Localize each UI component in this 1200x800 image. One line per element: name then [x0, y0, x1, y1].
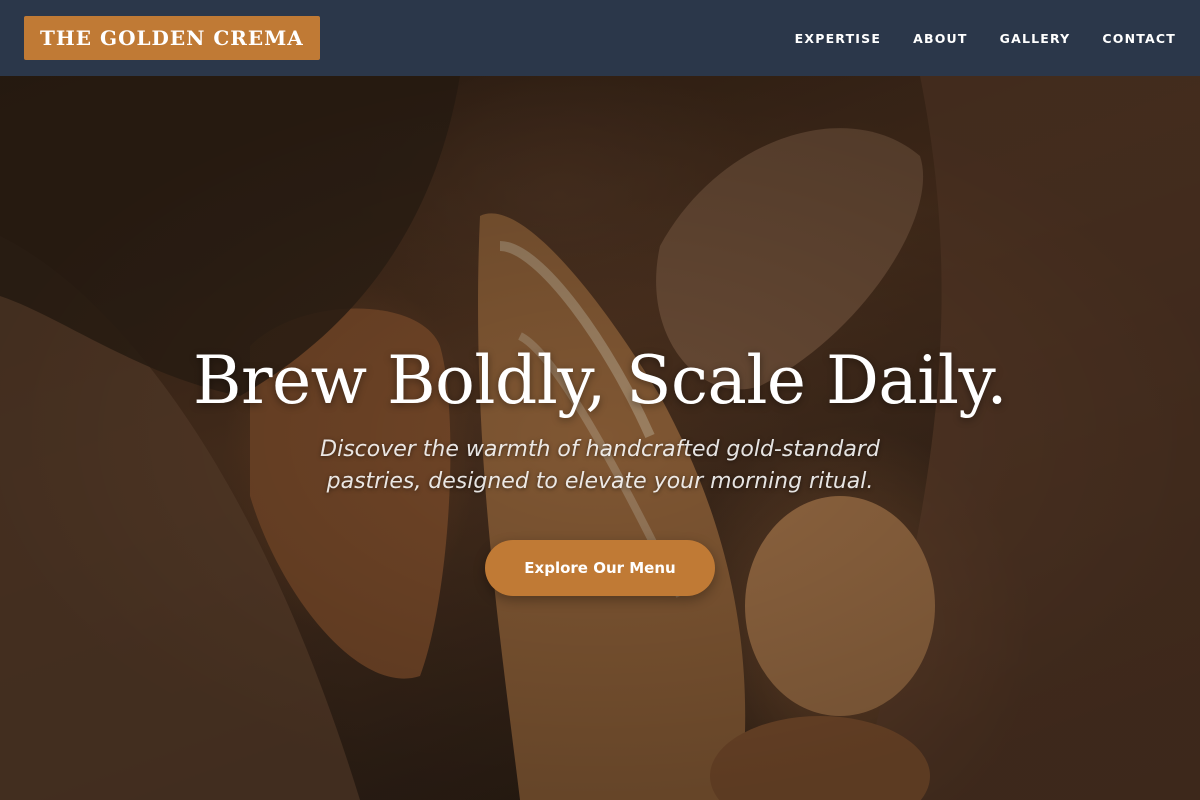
nav-link-expertise[interactable]: EXPERTISE — [795, 31, 881, 46]
brand-logo[interactable]: THE GOLDEN CREMA — [24, 16, 320, 60]
nav-link-contact[interactable]: CONTACT — [1102, 31, 1176, 46]
main-nav: EXPERTISE ABOUT GALLERY CONTACT — [795, 31, 1176, 46]
top-navbar: THE GOLDEN CREMA EXPERTISE ABOUT GALLERY… — [0, 0, 1200, 76]
hero-section: Brew Boldly, Scale Daily. Discover the w… — [0, 76, 1200, 800]
hero-headline: Brew Boldly, Scale Daily. — [193, 342, 1007, 419]
hero-content: Brew Boldly, Scale Daily. Discover the w… — [0, 348, 1200, 596]
hero-subtitle: Discover the warmth of handcrafted gold-… — [320, 437, 880, 494]
explore-menu-button[interactable]: Explore Our Menu — [485, 540, 715, 596]
nav-link-about[interactable]: ABOUT — [913, 31, 968, 46]
nav-link-gallery[interactable]: GALLERY — [1000, 31, 1071, 46]
